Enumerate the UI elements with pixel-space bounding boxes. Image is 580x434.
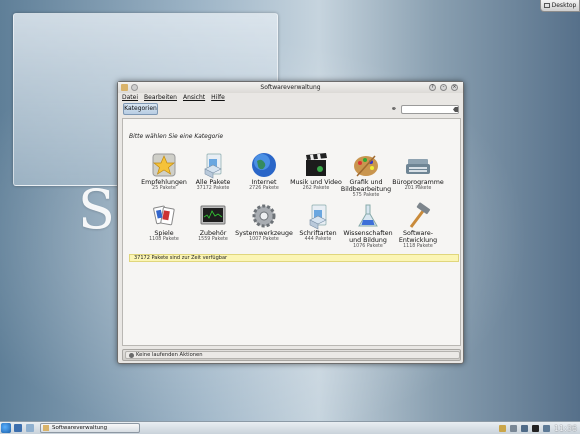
star-icon (152, 153, 176, 177)
menu-ansicht[interactable]: Ansicht (183, 94, 205, 102)
category-grafik[interactable]: Grafik und Bildbearbeitung 575 Pakete (336, 151, 396, 201)
palette-icon (354, 155, 378, 177)
menubar: Datei Bearbeiten Ansicht Hilfe (122, 94, 225, 102)
category-count: 1007 Pakete (249, 237, 279, 242)
gear-icon (252, 204, 276, 228)
clipboard-icon[interactable] (509, 424, 517, 432)
category-label: Internet (251, 179, 277, 186)
clock[interactable]: 11:36 (554, 424, 577, 433)
task-label: Softwareverwaltung (52, 425, 108, 431)
taskbar: Softwareverwaltung 11:36 (0, 421, 580, 434)
application-launcher-icon[interactable] (1, 423, 11, 433)
software-manager-window: Softwareverwaltung ? - × Datei Bearbeite… (117, 81, 464, 364)
categories-button[interactable]: Kategorien (123, 103, 158, 115)
category-count: 201 Pakete (404, 186, 432, 191)
menu-bearbeiten[interactable]: Bearbeiten (144, 94, 177, 102)
category-label: Software-Entwicklung (398, 230, 438, 244)
category-count: 575 Pakete (352, 193, 380, 198)
category-count: 2726 Pakete (249, 186, 279, 191)
flask-icon (358, 204, 378, 227)
toolbar: Kategorien ⚭ (121, 103, 462, 116)
file-manager-icon[interactable] (26, 424, 34, 432)
window-title: Softwareverwaltung (260, 84, 321, 91)
volume-icon[interactable] (531, 424, 539, 432)
globe-icon (252, 153, 276, 177)
category-count: 1118 Pakete (403, 244, 433, 249)
category-label: Büroprogramme (392, 179, 444, 186)
transaction-status[interactable]: Keine laufenden Aktionen (125, 351, 460, 359)
menu-hilfe[interactable]: Hilfe (211, 94, 225, 102)
minimize-button[interactable]: - (440, 84, 447, 91)
available-packages-note: 37172 Pakete sind zur Zeit verfügbar (129, 254, 459, 262)
desktop-toolbox-label: Desktop (551, 2, 577, 9)
help-icon[interactable]: ? (429, 84, 436, 91)
network-icon[interactable] (520, 424, 528, 432)
category-systemwerkzeuge[interactable]: Systemwerkzeuge 1007 Pakete (234, 202, 294, 252)
category-label: Grafik und Bildbearbeitung (340, 179, 392, 193)
font-package-icon (309, 204, 327, 230)
close-button[interactable]: × (451, 84, 458, 91)
cards-icon (153, 205, 175, 226)
category-internet[interactable]: Internet 2726 Pakete (234, 151, 294, 201)
desktop-toolbox-button[interactable]: Desktop (540, 0, 580, 12)
monitor-icon (200, 205, 226, 225)
package-icon (204, 153, 222, 179)
typewriter-icon (406, 159, 430, 174)
search-input[interactable] (401, 105, 459, 114)
transaction-icon (129, 353, 134, 358)
category-label: Systemwerkzeuge (235, 230, 293, 237)
activities-icon[interactable] (14, 424, 22, 432)
search-area: ⚭ (391, 105, 460, 114)
binoculars-icon: ⚭ (391, 105, 397, 113)
window-titlebar[interactable]: Softwareverwaltung ? - × (118, 82, 463, 93)
statusbar: Keine laufenden Aktionen (122, 349, 461, 361)
menu-datei[interactable]: Datei (122, 94, 138, 102)
system-tray: 11:36 (498, 423, 577, 433)
desktop-icon (543, 3, 550, 8)
notification-icon[interactable] (498, 424, 506, 432)
category-prompt: Bitte wählen Sie eine Kategorie (129, 133, 224, 140)
battery-icon[interactable] (542, 424, 550, 432)
package-manager-icon (43, 425, 49, 431)
transaction-status-text: Keine laufenden Aktionen (136, 352, 203, 358)
category-software-entwicklung[interactable]: Software-Entwicklung 1118 Pakete (388, 202, 448, 252)
clapperboard-icon (306, 153, 327, 176)
category-bueroprogramme[interactable]: Büroprogramme 201 Pakete (388, 151, 448, 201)
hammer-icon (409, 202, 431, 228)
taskbar-task-softwareverwaltung[interactable]: Softwareverwaltung (40, 423, 140, 433)
category-view: Bitte wählen Sie eine Kategorie Empfehlu… (122, 118, 461, 346)
